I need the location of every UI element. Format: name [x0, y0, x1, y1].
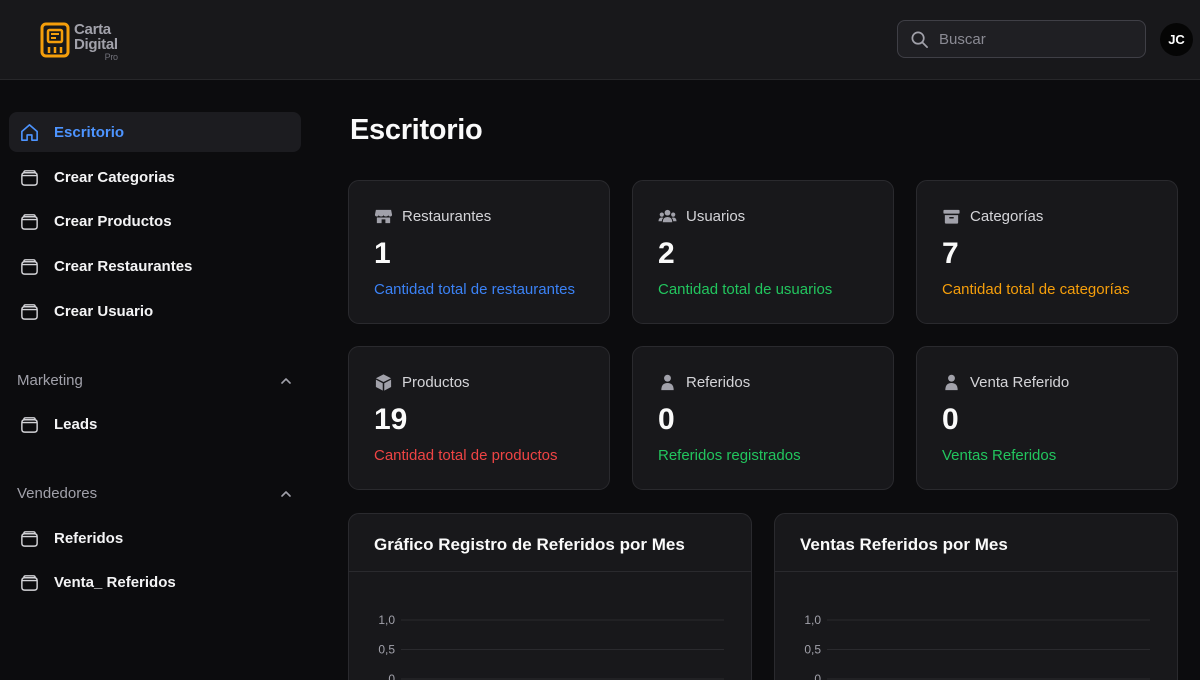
sidebar-item-crear-categorias[interactable]: Crear Categorias: [9, 157, 301, 197]
folder-icon: [19, 256, 40, 277]
top-bar: Carta Digital Pro JC: [0, 0, 1200, 80]
card-value: 1: [374, 237, 391, 270]
sidebar-item-label: Escritorio: [54, 123, 125, 141]
folder-icon: [19, 414, 40, 435]
user-icon: [658, 373, 677, 392]
sidebar-item-label: Crear Productos: [54, 212, 172, 230]
card-value: 7: [942, 237, 959, 270]
card-label: Productos: [402, 374, 470, 391]
sidebar-item-venta-referidos[interactable]: Venta_ Referidos: [9, 562, 301, 602]
card-label: Usuarios: [686, 208, 746, 225]
sidebar-item-crear-productos[interactable]: Crear Productos: [9, 201, 301, 241]
sidebar-item-referidos[interactable]: Referidos: [9, 518, 301, 558]
chevron-up-icon: [281, 490, 291, 497]
sidebar: Escritorio Crear Categorias Crear Produc…: [0, 81, 310, 680]
stat-card-usuarios[interactable]: Usuarios 2 Cantidad total de usuarios: [632, 180, 894, 324]
sidebar-item-leads[interactable]: Leads: [9, 404, 301, 444]
card-description: Cantidad total de productos: [374, 447, 558, 464]
y-tick-label: 1,0: [804, 613, 821, 627]
y-tick-label: 0: [814, 672, 821, 680]
archive-icon: [942, 207, 961, 226]
folder-icon: [19, 211, 40, 232]
card-value: 0: [942, 403, 959, 436]
brand-line-2: Digital: [74, 36, 118, 53]
stat-card-restaurantes[interactable]: Restaurantes 1 Cantidad total de restaur…: [348, 180, 610, 324]
folder-icon: [19, 528, 40, 549]
y-tick-label: 1,0: [378, 613, 395, 627]
sidebar-item-crear-restaurantes[interactable]: Crear Restaurantes: [9, 246, 301, 286]
y-tick-label: 0: [388, 672, 395, 680]
user-icon: [942, 373, 961, 392]
chevron-up-icon: [281, 377, 291, 384]
chart-card-ventas-referidos: Ventas Referidos por Mes 1,0 0,5 0: [774, 513, 1178, 680]
section-toggle-vendedores[interactable]: Vendedores: [17, 485, 293, 502]
card-description: Cantidad total de categorías: [942, 281, 1130, 298]
y-tick-label: 0,5: [378, 643, 395, 657]
page-title: Escritorio: [350, 114, 483, 146]
chart-card-registro-referidos: Gráfico Registro de Referidos por Mes 1,…: [348, 513, 752, 680]
card-label: Venta Referido: [970, 374, 1070, 391]
sidebar-item-label: Crear Usuario: [54, 302, 154, 320]
search-box[interactable]: [897, 20, 1146, 58]
search-icon: [911, 31, 928, 48]
section-label: Marketing: [17, 372, 83, 389]
sidebar-item-label: Venta_ Referidos: [54, 573, 176, 591]
card-value: 2: [658, 237, 675, 270]
stat-card-referidos[interactable]: Referidos 0 Referidos registrados: [632, 346, 894, 490]
chart-plot: 1,0 0,5 0: [804, 613, 1150, 680]
sidebar-item-label: Referidos: [54, 529, 124, 547]
card-description: Cantidad total de restaurantes: [374, 281, 575, 298]
cube-icon: [374, 373, 393, 392]
folder-icon: [19, 301, 40, 322]
sidebar-item-label: Crear Categorias: [54, 168, 175, 186]
sidebar-item-label: Crear Restaurantes: [54, 257, 193, 275]
search-input[interactable]: [939, 30, 1119, 48]
brand-logo[interactable]: Carta Digital Pro: [40, 22, 118, 62]
card-value: 0: [658, 403, 675, 436]
card-description: Referidos registrados: [658, 447, 801, 464]
card-label: Referidos: [686, 374, 751, 391]
stat-card-venta-referido[interactable]: Venta Referido 0 Ventas Referidos: [916, 346, 1178, 490]
home-icon: [19, 122, 40, 143]
store-icon: [374, 207, 393, 226]
card-description: Ventas Referidos: [942, 447, 1057, 464]
menu-card-icon: [40, 22, 70, 58]
brand-name: Carta Digital Pro: [74, 22, 118, 62]
section-toggle-marketing[interactable]: Marketing: [17, 372, 293, 389]
sidebar-item-crear-usuario[interactable]: Crear Usuario: [9, 291, 301, 331]
brand-line-1: Carta: [74, 21, 111, 38]
users-icon: [658, 207, 677, 226]
folder-icon: [19, 167, 40, 188]
brand-line-3: Pro: [104, 52, 118, 62]
chart-title: Gráfico Registro de Referidos por Mes: [374, 535, 685, 554]
card-label: Categorías: [970, 208, 1044, 225]
card-label: Restaurantes: [402, 208, 492, 225]
avatar[interactable]: JC: [1160, 23, 1193, 56]
sidebar-item-escritorio[interactable]: Escritorio: [9, 112, 301, 152]
folder-icon: [19, 572, 40, 593]
stat-card-categorias[interactable]: Categorías 7 Cantidad total de categoría…: [916, 180, 1178, 324]
stat-card-productos[interactable]: Productos 19 Cantidad total de productos: [348, 346, 610, 490]
chart-plot: 1,0 0,5 0: [378, 613, 724, 680]
y-tick-label: 0,5: [804, 643, 821, 657]
section-label: Vendedores: [17, 485, 98, 502]
card-value: 19: [374, 403, 408, 436]
sidebar-item-label: Leads: [54, 415, 98, 433]
chart-title: Ventas Referidos por Mes: [800, 535, 1008, 554]
card-description: Cantidad total de usuarios: [658, 281, 833, 298]
